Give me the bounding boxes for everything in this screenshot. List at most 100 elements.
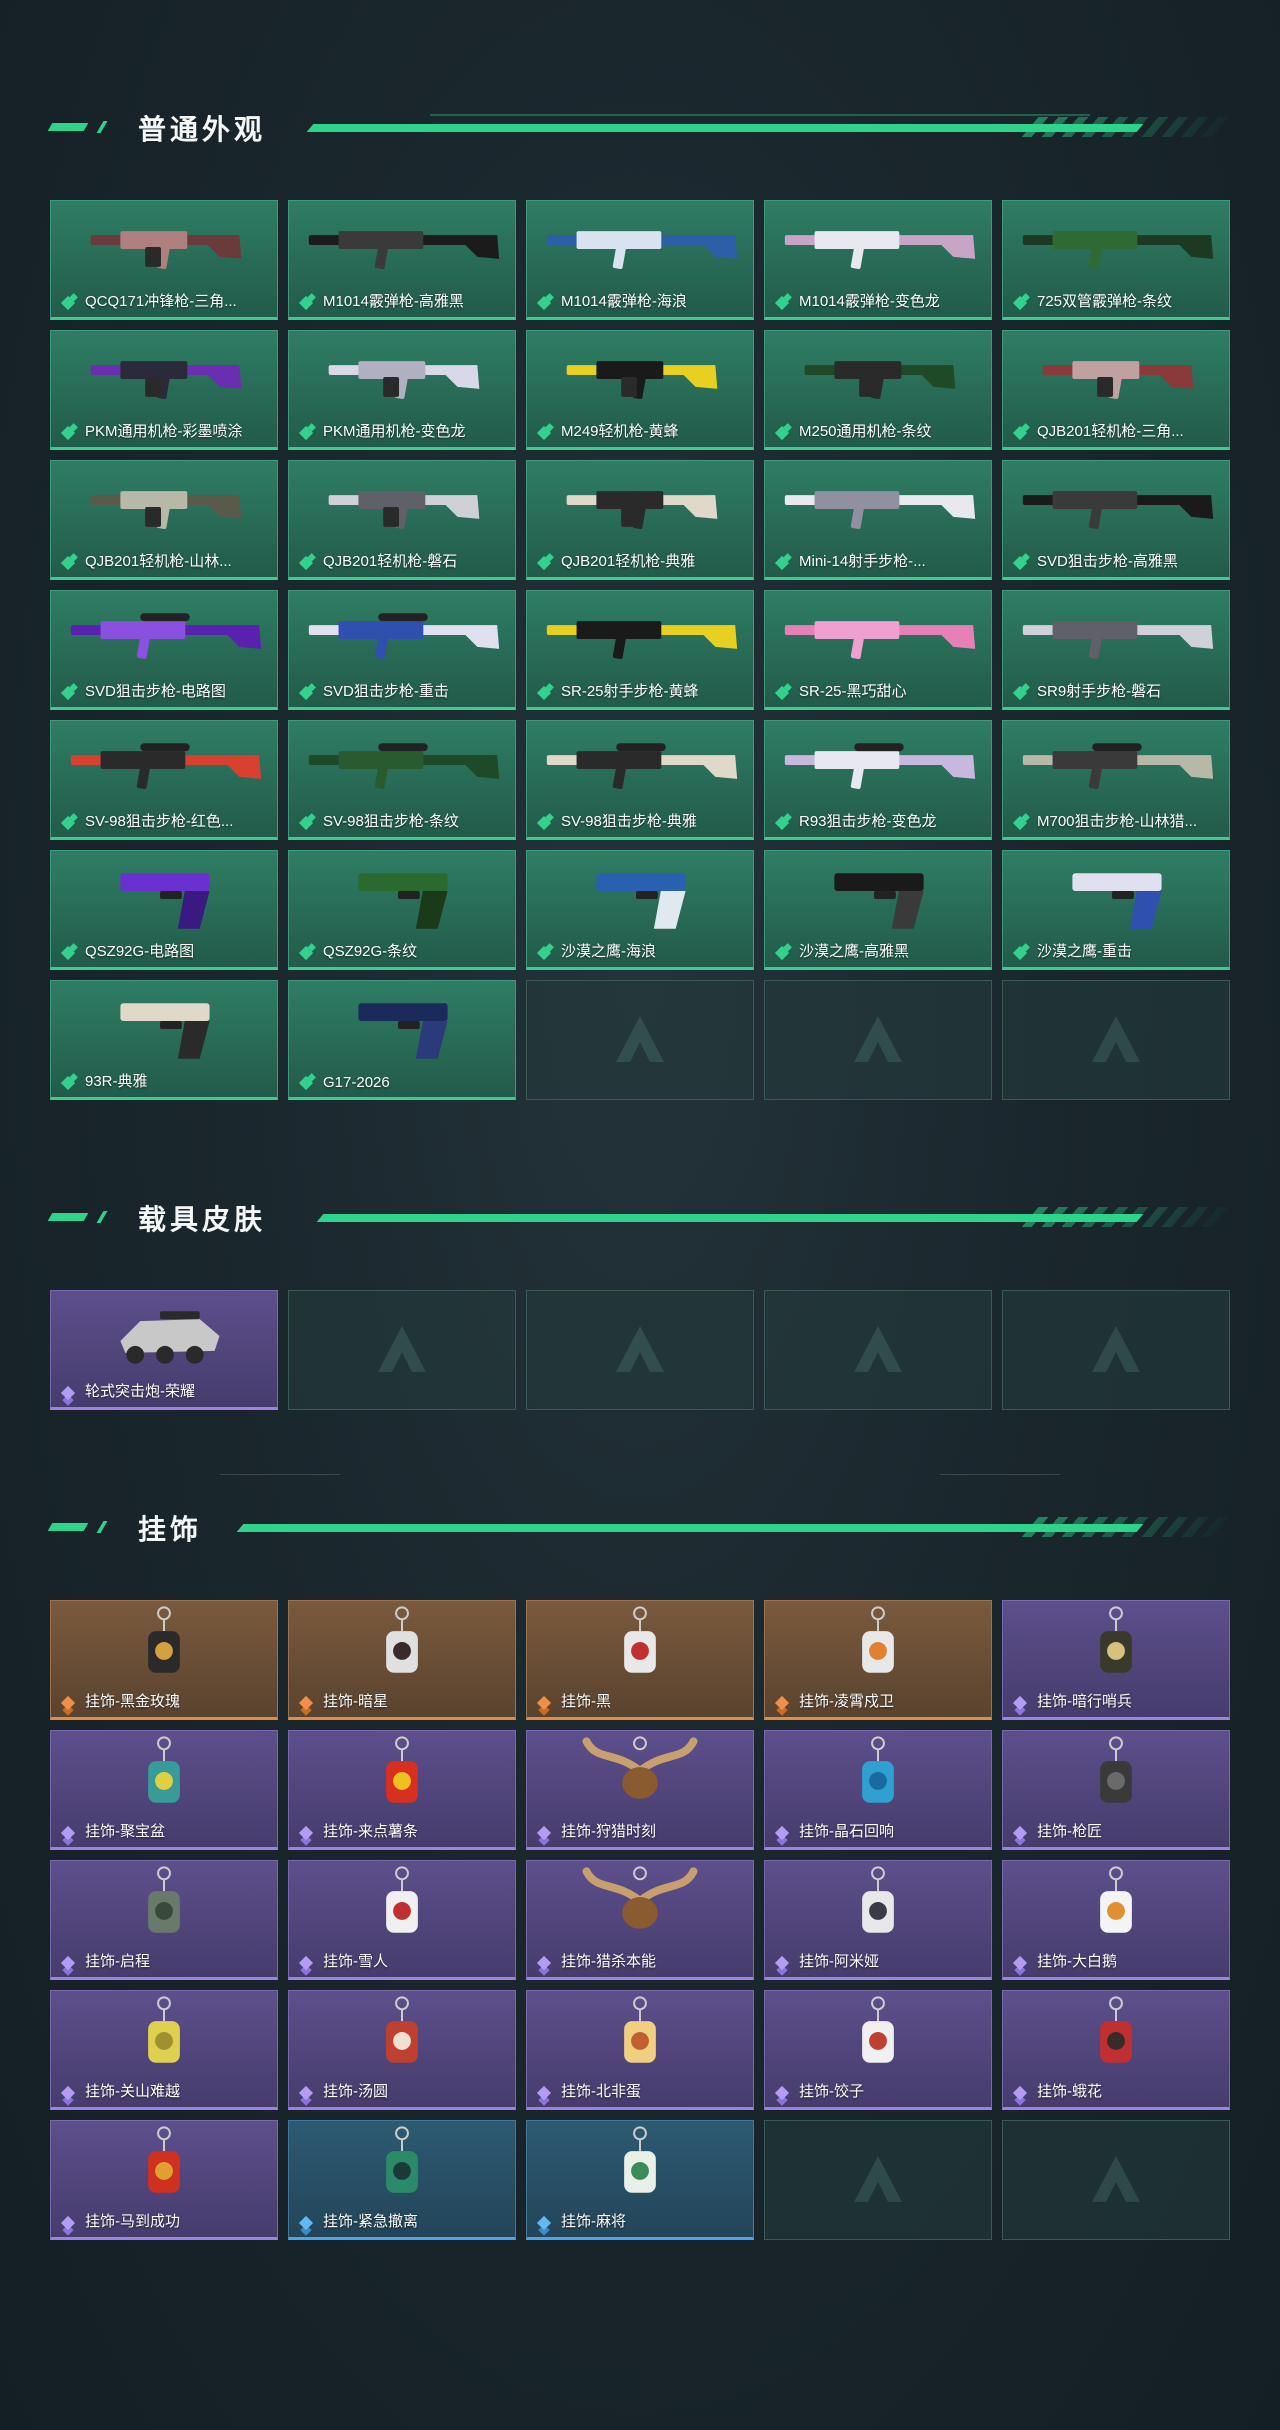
charms-item-card[interactable]: 挂饰-紧急撤离 [288,2120,516,2240]
appearance-item-card[interactable]: SVD狙击步枪-重击 [288,590,516,710]
appearance-item-card[interactable]: R93狙击步枪-变色龙 [764,720,992,840]
appearance-item-card[interactable]: QSZ92G-电路图 [50,850,278,970]
charms-item-card[interactable]: 挂饰-暗行哨兵 [1002,1600,1230,1720]
item-name: M700狙击步枪-山林猎... [1037,813,1198,830]
appearance-item-card[interactable]: PKM通用机枪-彩墨喷涂 [50,330,278,450]
appearance-item-card[interactable]: M700狙击步枪-山林猎... [1002,720,1230,840]
appearance-item-card[interactable]: SV-98狙击步枪-典雅 [526,720,754,840]
empty-slot [526,1290,754,1410]
charms-item-card[interactable]: 挂饰-马到成功 [50,2120,278,2240]
charms-item-card[interactable]: 挂饰-晶石回响 [764,1730,992,1850]
appearance-item-card[interactable]: M1014霰弹枪-高雅黑 [288,200,516,320]
appearance-item-card[interactable]: Mini-14射手步枪-... [764,460,992,580]
rarity-diamond-icon [536,425,552,441]
charms-item-card[interactable]: 挂饰-凌霄戍卫 [764,1600,992,1720]
appearance-item-card[interactable]: SVD狙击步枪-高雅黑 [1002,460,1230,580]
rarity-diamond-icon [298,945,314,961]
header-accent [47,1213,89,1221]
item-name: 挂饰-来点薯条 [323,1823,418,1840]
item-name: SR-25-黑巧甜心 [799,683,907,700]
charms-item-card[interactable]: 挂饰-启程 [50,1860,278,1980]
appearance-item-card[interactable]: QJB201轻机枪-山林... [50,460,278,580]
appearance-item-card[interactable]: 沙漠之鹰-高雅黑 [764,850,992,970]
charms-item-card[interactable]: 挂饰-蛾花 [1002,1990,1230,2110]
appearance-item-card[interactable]: M1014霰弹枪-海浪 [526,200,754,320]
appearance-item-card[interactable]: SR9射手步枪-磐石 [1002,590,1230,710]
rarity-diamond-icon [298,555,314,571]
vehicle-grid: 轮式突击炮-荣耀 [50,1290,1230,1410]
charms-item-card[interactable]: 挂饰-雪人 [288,1860,516,1980]
appearance-item-card[interactable]: 沙漠之鹰-重击 [1002,850,1230,970]
rarity-diamond-icon [1012,555,1028,571]
appearance-item-card[interactable]: M250通用机枪-条纹 [764,330,992,450]
item-name: 挂饰-猎杀本能 [561,1953,656,1970]
charms-item-card[interactable]: 挂饰-狩猎时刻 [526,1730,754,1850]
appearance-item-card[interactable]: QJB201轻机枪-三角... [1002,330,1230,450]
charms-item-card[interactable]: 挂饰-黑 [526,1600,754,1720]
appearance-item-card[interactable]: PKM通用机枪-变色龙 [288,330,516,450]
rarity-diamond-icon [774,1825,790,1841]
appearance-item-card[interactable]: QJB201轻机枪-典雅 [526,460,754,580]
item-name: M249轻机枪-黄蜂 [561,423,679,440]
appearance-item-card[interactable]: M249轻机枪-黄蜂 [526,330,754,450]
appearance-item-card[interactable]: SR-25射手步枪-黄蜂 [526,590,754,710]
appearance-item-card[interactable]: 93R-典雅 [50,980,278,1100]
item-name: 挂饰-关山难越 [85,2083,180,2100]
appearance-item-card[interactable]: 沙漠之鹰-海浪 [526,850,754,970]
rarity-diamond-icon [1012,1695,1028,1711]
charms-item-card[interactable]: 挂饰-猎杀本能 [526,1860,754,1980]
rarity-diamond-icon [298,1825,314,1841]
charms-item-card[interactable]: 挂饰-关山难越 [50,1990,278,2110]
charms-item-card[interactable]: 挂饰-阿米娅 [764,1860,992,1980]
item-name: SVD狙击步枪-高雅黑 [1037,553,1178,570]
appearance-item-card[interactable]: 725双管霰弹枪-条纹 [1002,200,1230,320]
appearance-item-card[interactable]: SV-98狙击步枪-条纹 [288,720,516,840]
appearance-item-card[interactable]: QSZ92G-条纹 [288,850,516,970]
charms-item-card[interactable]: 挂饰-北非蛋 [526,1990,754,2110]
item-name: 挂饰-雪人 [323,1953,388,1970]
sniper-icon [70,613,262,660]
header-accent [47,123,89,131]
placeholder-logo-icon [854,1016,902,1062]
placeholder-logo-icon [616,1326,664,1372]
item-name: M1014霰弹枪-变色龙 [799,293,940,310]
item-name: 沙漠之鹰-高雅黑 [799,943,909,960]
item-name: 93R-典雅 [85,1073,148,1090]
appearance-item-card[interactable]: QJB201轻机枪-磐石 [288,460,516,580]
vehicle-item-card[interactable]: 轮式突击炮-荣耀 [50,1290,278,1410]
charms-item-card[interactable]: 挂饰-麻将 [526,2120,754,2240]
charms-item-card[interactable]: 挂饰-汤圆 [288,1990,516,2110]
charms-item-card[interactable]: 挂饰-大白鹅 [1002,1860,1230,1980]
rarity-diamond-icon [298,685,314,701]
charms-item-card[interactable]: 挂饰-暗星 [288,1600,516,1720]
item-name: 沙漠之鹰-海浪 [561,943,656,960]
charms-item-card[interactable]: 挂饰-黑金玫瑰 [50,1600,278,1720]
charm-icon [1100,1866,1132,1933]
charm-icon [1100,1606,1132,1673]
charms-item-card[interactable]: 挂饰-饺子 [764,1990,992,2110]
rarity-diamond-icon [1012,425,1028,441]
pistol-icon [120,873,210,929]
charms-item-card[interactable]: 挂饰-聚宝盆 [50,1730,278,1850]
appearance-item-card[interactable]: QCQ171冲锋枪-三角... [50,200,278,320]
item-name: 挂饰-黑金玫瑰 [85,1693,180,1710]
charms-item-card[interactable]: 挂饰-来点薯条 [288,1730,516,1850]
lmg-icon [90,361,242,400]
appearance-item-card[interactable]: SV-98狙击步枪-红色... [50,720,278,840]
item-name: 挂饰-晶石回响 [799,1823,894,1840]
appearance-item-card[interactable]: G17-2026 [288,980,516,1100]
appearance-item-card[interactable]: M1014霰弹枪-变色龙 [764,200,992,320]
empty-slot [1002,1290,1230,1410]
appearance-item-card[interactable]: SR-25-黑巧甜心 [764,590,992,710]
item-name: M250通用机枪-条纹 [799,423,932,440]
header-bar [306,124,1144,132]
shotgun-icon [784,231,976,270]
charms-item-card[interactable]: 挂饰-枪匠 [1002,1730,1230,1850]
empty-slot [288,1290,516,1410]
sniper-icon [308,613,500,660]
rarity-diamond-icon [1012,2085,1028,2101]
appearance-item-card[interactable]: SVD狙击步枪-电路图 [50,590,278,710]
placeholder-logo-icon [1092,1016,1140,1062]
item-name: 挂饰-马到成功 [85,2213,180,2230]
item-name: 挂饰-黑 [561,1693,611,1710]
